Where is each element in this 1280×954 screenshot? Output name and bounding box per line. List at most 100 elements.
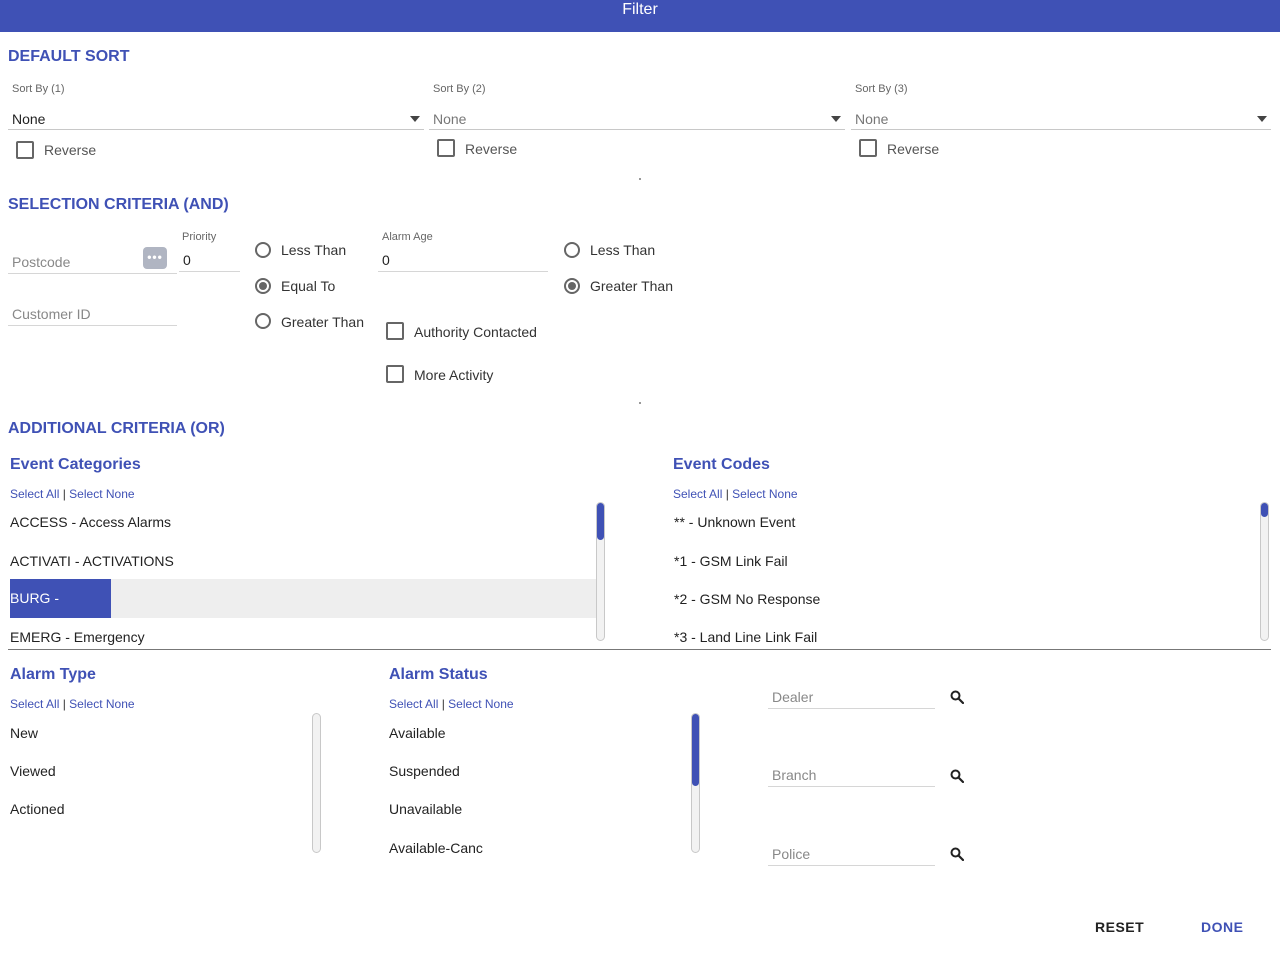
branch-field[interactable]: Branch xyxy=(768,761,935,787)
sort-3-reverse-label: Reverse xyxy=(887,141,940,157)
event-codes-scrollbar[interactable] xyxy=(1260,502,1269,641)
list-item[interactable]: Actioned xyxy=(10,801,64,817)
caret-down-icon xyxy=(410,116,420,122)
link-separator: | xyxy=(441,697,445,711)
alarm-status-list: Available Suspended Unavailable Availabl… xyxy=(380,710,710,865)
caret-down-icon xyxy=(1257,116,1267,122)
list-item[interactable]: Available xyxy=(389,725,446,741)
priority-value: 0 xyxy=(183,252,191,268)
alarm-type-select-none[interactable]: Select None xyxy=(69,697,134,711)
dealer-placeholder: Dealer xyxy=(772,689,814,705)
more-activity-checkbox[interactable] xyxy=(386,365,404,383)
list-item[interactable]: *2 - GSM No Response xyxy=(674,591,820,607)
list-item[interactable]: Viewed xyxy=(10,763,56,779)
event-categories-select-links: Select All | Select None xyxy=(10,487,135,501)
alarm-age-less-than-radio[interactable] xyxy=(564,242,580,258)
customer-id-field[interactable]: Customer ID xyxy=(8,300,177,326)
police-placeholder: Police xyxy=(772,846,811,862)
event-codes-select-none[interactable]: Select None xyxy=(732,487,797,501)
event-categories-select-all[interactable]: Select All xyxy=(10,487,59,501)
event-codes-list: ** - Unknown Event *1 - GSM Link Fail *2… xyxy=(660,500,1280,645)
reset-button[interactable]: RESET xyxy=(1095,919,1144,935)
list-item[interactable]: ACTIVATI - ACTIVATIONS xyxy=(10,553,174,569)
additional-criteria-heading: ADDITIONAL CRITERIA (OR) xyxy=(8,420,225,437)
list-item[interactable]: *3 - Land Line Link Fail xyxy=(674,629,817,645)
sort-by-2-label: Sort By (2) xyxy=(433,83,486,95)
caret-down-icon xyxy=(831,116,841,122)
authority-contacted-label: Authority Contacted xyxy=(414,324,537,340)
priority-input[interactable]: 0 xyxy=(179,246,240,272)
done-button[interactable]: DONE xyxy=(1201,919,1243,935)
dialog-title: Filter xyxy=(622,1,658,18)
event-codes-select-all[interactable]: Select All xyxy=(673,487,722,501)
alarm-type-select-links: Select All | Select None xyxy=(10,697,135,711)
list-item[interactable]: EMERG - Emergency xyxy=(10,629,145,645)
search-icon[interactable] xyxy=(950,847,964,861)
sort-1-reverse-label: Reverse xyxy=(44,142,97,158)
link-separator: | xyxy=(62,697,66,711)
list-divider xyxy=(8,649,1271,650)
event-categories-scroll-thumb[interactable] xyxy=(597,503,604,540)
sort-2-reverse-checkbox[interactable] xyxy=(437,139,455,157)
alarm-age-greater-than-radio[interactable] xyxy=(564,278,580,294)
alarm-status-title: Alarm Status xyxy=(389,666,488,683)
branch-placeholder: Branch xyxy=(772,767,817,783)
section-divider-dot xyxy=(639,402,641,404)
sort-by-3-select[interactable]: None xyxy=(851,104,1271,130)
sort-by-1-value: None xyxy=(12,111,46,127)
alarm-status-scroll-thumb[interactable] xyxy=(692,714,699,786)
sort-by-1-label: Sort By (1) xyxy=(12,83,65,95)
alarm-type-title: Alarm Type xyxy=(10,666,96,683)
search-icon[interactable] xyxy=(950,769,964,783)
alarm-age-input[interactable]: 0 xyxy=(378,246,548,272)
list-item-selected[interactable]: BURG - Burglary xyxy=(10,579,111,645)
sort-by-2-select[interactable]: None xyxy=(429,104,845,130)
list-item[interactable]: Available-Canc xyxy=(389,840,483,856)
priority-less-than-radio[interactable] xyxy=(255,242,271,258)
event-codes-select-links: Select All | Select None xyxy=(673,487,798,501)
priority-equal-to-label: Equal To xyxy=(281,278,336,294)
alarm-status-select-all[interactable]: Select All xyxy=(389,697,438,711)
event-categories-scrollbar[interactable] xyxy=(596,502,605,641)
priority-equal-to-radio[interactable] xyxy=(255,278,271,294)
alarm-status-select-links: Select All | Select None xyxy=(389,697,514,711)
section-divider-dot xyxy=(639,178,641,180)
postcode-lookup-button[interactable]: ••• xyxy=(143,247,167,269)
event-categories-list: ACCESS - Access Alarms ACTIVATI - ACTIVA… xyxy=(0,500,640,645)
dealer-field[interactable]: Dealer xyxy=(768,683,935,709)
link-separator: | xyxy=(62,487,66,501)
alarm-type-select-all[interactable]: Select All xyxy=(10,697,59,711)
link-separator: | xyxy=(725,487,729,501)
list-item[interactable]: Suspended xyxy=(389,763,460,779)
list-item[interactable]: Unavailable xyxy=(389,801,462,817)
alarm-age-greater-than-label: Greater Than xyxy=(590,278,674,294)
police-field[interactable]: Police xyxy=(768,840,935,866)
sort-by-2-value: None xyxy=(433,111,467,127)
sort-by-3-label: Sort By (3) xyxy=(855,83,908,95)
authority-contacted-checkbox[interactable] xyxy=(386,322,404,340)
event-categories-title: Event Categories xyxy=(10,456,141,473)
sort-1-reverse-checkbox[interactable] xyxy=(16,141,34,159)
priority-greater-than-radio[interactable] xyxy=(255,313,271,329)
search-icon[interactable] xyxy=(950,690,964,704)
list-item[interactable]: ACCESS - Access Alarms xyxy=(10,514,171,530)
list-item[interactable]: New xyxy=(10,725,38,741)
event-codes-scroll-thumb[interactable] xyxy=(1261,503,1268,517)
alarm-age-label: Alarm Age xyxy=(382,231,433,243)
alarm-age-less-than-label: Less Than xyxy=(590,242,656,258)
sort-by-3-value: None xyxy=(855,111,889,127)
sort-3-reverse-checkbox[interactable] xyxy=(859,139,877,157)
alarm-status-select-none[interactable]: Select None xyxy=(448,697,513,711)
alarm-status-scrollbar[interactable] xyxy=(691,713,700,853)
sort-by-1-select[interactable]: None xyxy=(8,104,424,130)
list-item[interactable]: *1 - GSM Link Fail xyxy=(674,553,788,569)
alarm-type-scrollbar[interactable] xyxy=(312,713,321,853)
priority-label: Priority xyxy=(182,231,217,243)
priority-greater-than-label: Greater Than xyxy=(281,314,365,330)
event-codes-title: Event Codes xyxy=(673,456,770,473)
alarm-type-list: New Viewed Actioned xyxy=(0,710,330,860)
event-categories-select-none[interactable]: Select None xyxy=(69,487,134,501)
sort-2-reverse-label: Reverse xyxy=(465,141,518,157)
selection-criteria-heading: SELECTION CRITERIA (AND) xyxy=(8,196,229,213)
list-item[interactable]: ** - Unknown Event xyxy=(674,514,795,530)
